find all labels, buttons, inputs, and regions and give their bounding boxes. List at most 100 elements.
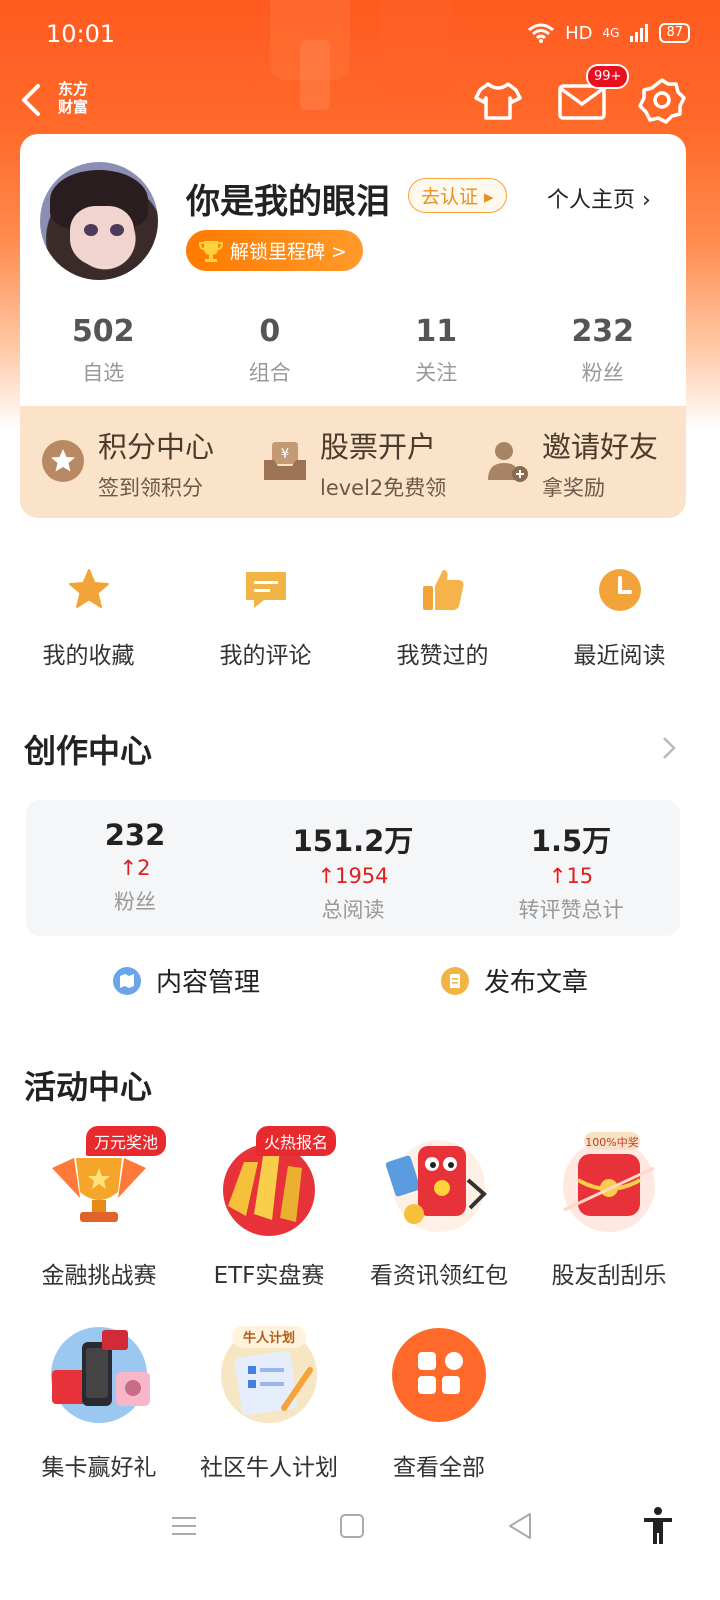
menu-icon[interactable]: [168, 1510, 200, 1542]
chevron-right-icon: ›: [642, 188, 651, 213]
system-nav-bar: [0, 1490, 720, 1560]
add-user-icon: [488, 442, 528, 482]
chevron-right-icon[interactable]: [660, 734, 678, 762]
homepage-link[interactable]: 个人主页 ›: [547, 182, 651, 214]
shortcut-row: 我的收藏 我的评论 我赞过的 最近阅读: [0, 560, 720, 670]
creation-stat-delta: ↑1954: [244, 864, 462, 888]
promo-title: 股票开户: [320, 430, 437, 464]
stat-value: 0: [259, 314, 281, 349]
gear-icon[interactable]: [636, 76, 688, 124]
up-arrow-icon: ↑: [119, 856, 138, 880]
battery-indicator: 87: [659, 23, 690, 43]
milestone-button[interactable]: 解锁里程碑 >: [186, 230, 363, 271]
shortcut-favorites[interactable]: 我的收藏: [0, 560, 177, 670]
home-square-icon[interactable]: [336, 1510, 368, 1542]
creation-stat-value: 151.2万: [292, 824, 414, 858]
avatar[interactable]: [40, 162, 158, 280]
section-title-creation: 创作中心: [24, 732, 153, 770]
profile-stats: 502 自选 0 组合 11 关注 232 粉丝: [20, 314, 686, 394]
accessibility-icon[interactable]: [640, 1506, 676, 1546]
promo-subtitle: 签到领积分: [98, 476, 203, 500]
avatar-eye: [110, 224, 124, 236]
delta-value: 2: [137, 856, 151, 880]
activity-label: 看资讯领红包: [370, 1263, 508, 1289]
publish-article-button[interactable]: 发布文章: [440, 962, 588, 999]
promo-strip: 积分中心 签到领积分 ¥ 股票开户 level2免费领 邀请好友 拿奖励: [20, 406, 686, 518]
creation-stat-followers[interactable]: 232 ↑2 粉丝: [26, 800, 244, 936]
stat-portfolio[interactable]: 0 组合: [187, 314, 354, 394]
username: 你是我的眼泪: [186, 182, 390, 222]
star-icon: [68, 569, 109, 608]
status-time: 10:01: [46, 20, 116, 48]
milestone-label: 解锁里程碑 >: [230, 241, 347, 263]
activity-label: 查看全部: [393, 1455, 485, 1481]
shortcut-label: 最近阅读: [573, 643, 666, 669]
homepage-label: 个人主页: [547, 188, 636, 213]
stat-watchlist[interactable]: 502 自选: [20, 314, 187, 394]
content-management-button[interactable]: 内容管理: [112, 962, 260, 999]
creation-stat-engagement[interactable]: 1.5万 ↑15 转评赞总计: [462, 800, 680, 936]
activity-expert-plan[interactable]: 牛人计划 社区牛人计划: [184, 1314, 354, 1482]
stat-value: 11: [415, 314, 458, 349]
creation-stat-value: 232: [104, 818, 166, 852]
shortcut-comments[interactable]: 我的评论: [177, 560, 354, 670]
activity-news-red-packet[interactable]: 看资讯领红包: [354, 1122, 524, 1290]
shortcut-label: 我的收藏: [42, 643, 135, 669]
trophy-cup-icon: 万元奖池: [44, 1126, 166, 1238]
creation-stat-reads[interactable]: 151.2万 ↑1954 总阅读: [244, 800, 462, 936]
svg-text:¥: ¥: [281, 447, 289, 462]
promo-title: 积分中心: [98, 430, 215, 464]
shirt-icon[interactable]: [472, 76, 524, 124]
activity-label: 股友刮刮乐: [551, 1263, 667, 1289]
stat-value: 502: [71, 314, 135, 349]
activity-scratch-card[interactable]: 100%中奖 股友刮刮乐: [524, 1122, 694, 1290]
trophy-icon: [198, 240, 224, 262]
action-label: 发布文章: [484, 968, 589, 998]
activity-label: 集卡赢好礼: [41, 1455, 157, 1481]
creation-stats: 232 ↑2 粉丝 151.2万 ↑1954 总阅读 1.5万 ↑15 转评赞总…: [26, 800, 680, 936]
activity-view-all[interactable]: 查看全部: [354, 1314, 524, 1482]
comment-icon: [245, 572, 286, 608]
network-type: HD: [565, 22, 593, 44]
activity-etf-contest[interactable]: 火热报名 ETF实盘赛: [184, 1122, 354, 1290]
notification-badge: 99+: [586, 64, 630, 89]
shortcut-liked[interactable]: 我赞过的: [354, 560, 531, 670]
shortcut-recent[interactable]: 最近阅读: [531, 560, 708, 670]
promo-title: 邀请好友: [542, 430, 659, 464]
wifi-icon: [528, 23, 555, 43]
back-arrow-icon[interactable]: [16, 80, 46, 120]
money-box-icon: ¥: [264, 442, 306, 480]
brand-logo: 东方 财富: [58, 80, 88, 116]
stat-value: 232: [571, 314, 635, 349]
clock-icon: [598, 569, 641, 611]
activity-tag: 火热报名: [255, 1126, 336, 1156]
brand-line: 东方: [58, 80, 89, 98]
shortcut-label: 我的评论: [219, 643, 312, 669]
activity-label: ETF实盘赛: [213, 1263, 325, 1289]
thumbs-up-icon: [422, 570, 463, 610]
star-badge-icon: [42, 440, 84, 482]
profile-card: 你是我的眼泪 去认证 ▸ 个人主页 › 解锁里程碑 > 502 自选 0 组合 …: [20, 134, 686, 406]
section-title-activities: 活动中心: [24, 1068, 153, 1106]
activity-collect-cards[interactable]: 集卡赢好礼: [14, 1314, 184, 1482]
creation-stat-delta: ↑2: [26, 856, 244, 880]
activity-tag: 万元奖池: [85, 1126, 166, 1156]
stat-label: 关注: [415, 361, 458, 385]
back-triangle-icon[interactable]: [504, 1510, 536, 1542]
grid-apps-icon: [384, 1320, 494, 1430]
verify-button[interactable]: 去认证 ▸: [408, 178, 507, 213]
stat-followers[interactable]: 232 粉丝: [520, 314, 687, 394]
stat-label: 自选: [82, 361, 125, 385]
activity-finance-challenge[interactable]: 万元奖池 金融挑战赛: [14, 1122, 184, 1290]
gift-envelope-icon: 100%中奖: [554, 1128, 664, 1238]
delta-value: 15: [566, 864, 594, 888]
stat-following[interactable]: 11 关注: [353, 314, 520, 394]
gifts-icon: [44, 1320, 154, 1430]
signal-icon: [630, 24, 649, 42]
promo-points-center[interactable]: 积分中心 签到领积分: [20, 406, 242, 518]
promo-open-account[interactable]: ¥ 股票开户 level2免费领: [242, 406, 464, 518]
promo-invite-friends[interactable]: 邀请好友 拿奖励: [464, 406, 686, 518]
delta-value: 1954: [335, 864, 389, 888]
up-arrow-icon: ↑: [317, 864, 336, 888]
up-arrow-icon: ↑: [548, 864, 567, 888]
